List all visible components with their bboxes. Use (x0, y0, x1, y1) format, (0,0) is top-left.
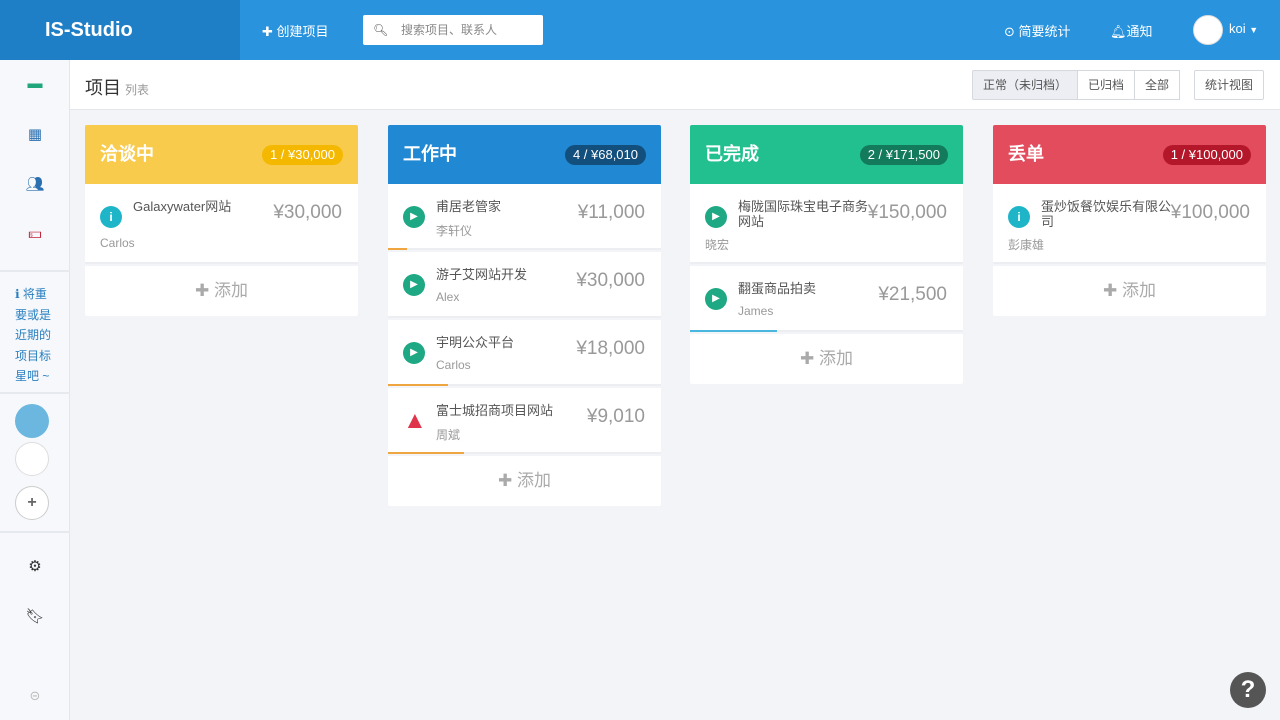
project-card[interactable]: ▶ 宇明公众平台 Carlos ¥18,000 (388, 320, 661, 386)
add-card-button[interactable]: ✚ 添加 (993, 266, 1266, 316)
add-member-button[interactable]: + (15, 486, 49, 520)
play-icon: ▶ (705, 288, 727, 310)
star-tip: ℹ 将重要或是近期的项目标星吧 ~ (15, 287, 52, 383)
inbox-icon[interactable]: ▬ (0, 75, 70, 92)
info-icon: ℹ (15, 287, 20, 301)
stat-view-button[interactable]: 统计视图 (1194, 70, 1265, 100)
users-icon[interactable]: 👥︎ (0, 175, 70, 193)
progress-bar (388, 452, 465, 454)
project-card[interactable]: ▶ 甫居老管家 李轩仪 ¥11,000 (388, 184, 661, 250)
progress-bar (388, 384, 449, 386)
play-icon: ▶ (403, 206, 425, 228)
progress-bar (388, 248, 408, 250)
filter-group: 正常（未归档） 已归档 全部 (972, 70, 1181, 100)
avatar[interactable] (15, 442, 49, 476)
column-header: 已完成 2 / ¥171,500 (690, 125, 963, 184)
warning-icon: ▲ (403, 407, 427, 434)
brand-logo[interactable]: IS-Studio (0, 0, 240, 60)
plus-icon: ✚ (262, 24, 277, 39)
column: 丢单 1 / ¥100,000 i 蛋炒饭餐饮娱乐有限公司 彭康雄 ¥100,00… (993, 125, 1266, 316)
project-card[interactable]: i Galaxywater网站 Carlos ¥30,000 (85, 184, 358, 264)
filter-all[interactable]: 全部 (1134, 70, 1181, 100)
column: 洽谈中 1 / ¥30,000 i Galaxywater网站 Carlos ¥3… (85, 125, 358, 316)
info-icon: i (100, 206, 122, 228)
play-icon: ▶ (403, 342, 425, 364)
column-badge: 2 / ¥171,500 (859, 145, 948, 165)
column: 已完成 2 / ¥171,500 ▶ 梅陇国际珠宝电子商务网站 晓宏 ¥150,0… (690, 125, 963, 384)
add-card-button[interactable]: ✚ 添加 (690, 334, 963, 384)
stats-button[interactable]: ⊙ 简要统计 (1004, 21, 1071, 40)
caret-down-icon: ▼ (1249, 25, 1259, 35)
money-icon[interactable]: 💵︎ (0, 225, 70, 242)
board-icon[interactable]: ▦ (0, 125, 70, 143)
avatar[interactable] (15, 404, 49, 438)
filter-archived[interactable]: 已归档 (1077, 70, 1136, 100)
arrow-up-circle-icon: ⊙ (1004, 24, 1015, 39)
column: 工作中 4 / ¥68,010 ▶ 甫居老管家 李轩仪 ¥11,000 ▶ 游子艾… (388, 125, 661, 506)
project-card[interactable]: ▶ 梅陇国际珠宝电子商务网站 晓宏 ¥150,000 (690, 184, 963, 264)
divider (0, 531, 70, 533)
search-input[interactable]: 🔍︎ 搜索项目、联系人 (363, 15, 543, 45)
project-card[interactable]: ▲ 富士城招商项目网站 周斌 ¥9,010 (388, 388, 661, 454)
play-icon: ▶ (403, 274, 425, 296)
avatar[interactable] (1193, 15, 1223, 45)
top-bar: IS-Studio ✚ 创建项目 🔍︎ 搜索项目、联系人 ⊙ 简要统计 🔔︎通知 … (0, 0, 1280, 60)
gears-icon[interactable]: ⚙ (0, 557, 70, 575)
column-badge: 1 / ¥100,000 (1162, 145, 1251, 165)
sidebar: ▬ ▦ 👥︎ 💵︎ ℹ 将重要或是近期的项目标星吧 ~ + ⚙ 🔖︎ ⊝ (0, 60, 70, 720)
project-card[interactable]: i 蛋炒饭餐饮娱乐有限公司 彭康雄 ¥100,000 (993, 184, 1266, 264)
create-project-button[interactable]: ✚ 创建项目 (262, 21, 329, 40)
collapse-icon[interactable]: ⊝ (0, 688, 70, 704)
add-card-button[interactable]: ✚ 添加 (85, 266, 358, 316)
column-header: 洽谈中 1 / ¥30,000 (85, 125, 358, 184)
add-card-button[interactable]: ✚ 添加 (388, 456, 661, 506)
page-header: 项目 列表 正常（未归档） 已归档 全部 统计视图 (70, 60, 1280, 110)
progress-bar (690, 330, 778, 332)
column-header: 工作中 4 / ¥68,010 (388, 125, 661, 184)
user-menu[interactable]: koi ▼ (1229, 21, 1258, 36)
page-title: 项目 列表 (85, 78, 150, 98)
notify-button[interactable]: 🔔︎通知 (1110, 21, 1153, 40)
column-header: 丢单 1 / ¥100,000 (993, 125, 1266, 184)
filter-normal[interactable]: 正常（未归档） (972, 70, 1079, 100)
bookmark-icon[interactable]: 🔖︎ (0, 607, 70, 625)
info-icon: i (1008, 206, 1030, 228)
search-icon: 🔍︎ (373, 23, 389, 37)
bell-icon: 🔔︎ (1110, 24, 1127, 39)
project-card[interactable]: ▶ 游子艾网站开发 Alex ¥30,000 (388, 252, 661, 318)
divider (0, 392, 70, 394)
column-badge: 1 / ¥30,000 (261, 145, 343, 165)
help-icon[interactable]: ? (1230, 672, 1266, 708)
play-icon: ▶ (705, 206, 727, 228)
column-badge: 4 / ¥68,010 (564, 145, 646, 165)
divider (0, 270, 70, 272)
project-card[interactable]: ▶ 翻蛋商品拍卖 James ¥21,500 (690, 266, 963, 332)
